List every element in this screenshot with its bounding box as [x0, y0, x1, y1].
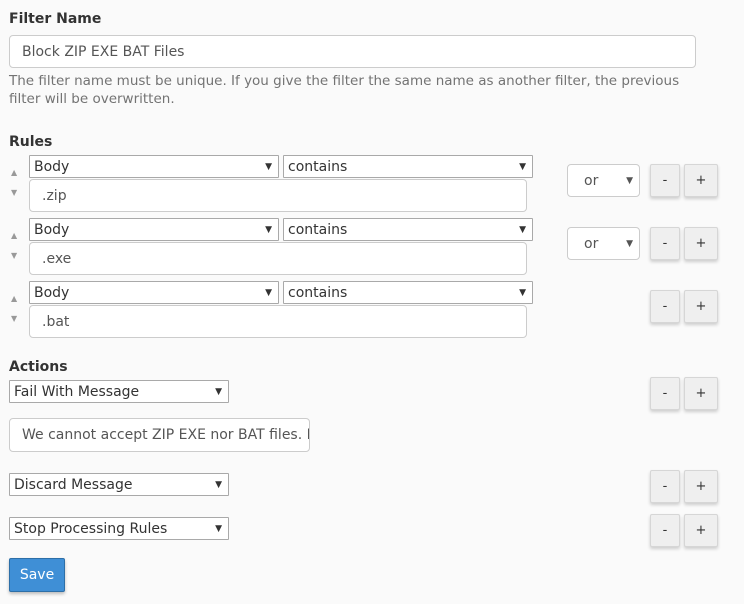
- add-action-button[interactable]: +: [684, 470, 718, 503]
- chevron-down-icon: ▼: [215, 523, 222, 534]
- remove-action-button[interactable]: -: [650, 470, 680, 503]
- rule-field-value: Body: [34, 158, 70, 175]
- chevron-down-icon: ▼: [626, 238, 633, 249]
- move-up-icon[interactable]: ▲: [11, 231, 17, 240]
- rule-operator-value: contains: [288, 158, 348, 175]
- rule-value-input[interactable]: .exe: [29, 242, 527, 275]
- chevron-down-icon: ▼: [265, 161, 272, 172]
- chevron-down-icon: ▼: [265, 224, 272, 235]
- rule-field-value: Body: [34, 221, 70, 238]
- rule-operator-value: contains: [288, 221, 348, 238]
- filter-name-label: Filter Name: [9, 11, 102, 27]
- action-value: Fail With Message: [14, 383, 140, 400]
- add-action-button[interactable]: +: [684, 377, 718, 410]
- move-up-icon[interactable]: ▲: [11, 294, 17, 303]
- rule-value-input[interactable]: .zip: [29, 179, 527, 212]
- rule-conjunction-value: or: [584, 172, 599, 189]
- add-rule-button[interactable]: +: [684, 164, 718, 197]
- chevron-down-icon: ▼: [519, 224, 526, 235]
- chevron-down-icon: ▼: [215, 479, 222, 490]
- move-up-icon[interactable]: ▲: [11, 168, 17, 177]
- chevron-down-icon: ▼: [215, 386, 222, 397]
- remove-rule-button[interactable]: -: [650, 227, 680, 260]
- action-select[interactable]: Stop Processing Rules ▼: [9, 517, 229, 540]
- action-value: Discard Message: [14, 476, 133, 493]
- add-rule-button[interactable]: +: [684, 227, 718, 260]
- save-button[interactable]: Save: [9, 558, 65, 592]
- move-down-icon[interactable]: ▼: [11, 188, 17, 197]
- add-rule-button[interactable]: +: [684, 290, 718, 323]
- remove-action-button[interactable]: -: [650, 377, 680, 410]
- remove-action-button[interactable]: -: [650, 514, 680, 547]
- rule-operator-select[interactable]: contains ▼: [283, 218, 533, 241]
- rule-conjunction-value: or: [584, 235, 599, 252]
- rule-value-input[interactable]: .bat: [29, 305, 527, 338]
- chevron-down-icon: ▼: [265, 287, 272, 298]
- rule-conjunction-select[interactable]: or ▼: [567, 164, 640, 197]
- rule-field-select[interactable]: Body ▼: [29, 281, 279, 304]
- rule-conjunction-select[interactable]: or ▼: [567, 227, 640, 260]
- rule-field-value: Body: [34, 284, 70, 301]
- rule-field-select[interactable]: Body ▼: [29, 155, 279, 178]
- remove-rule-button[interactable]: -: [650, 290, 680, 323]
- chevron-down-icon: ▼: [519, 161, 526, 172]
- action-message-input[interactable]: We cannot accept ZIP EXE nor BAT files. …: [9, 418, 310, 452]
- rule-operator-select[interactable]: contains ▼: [283, 155, 533, 178]
- filter-name-input[interactable]: Block ZIP EXE BAT Files: [9, 35, 696, 68]
- move-down-icon[interactable]: ▼: [11, 314, 17, 323]
- action-value: Stop Processing Rules: [14, 520, 168, 537]
- filter-name-help: The filter name must be unique. If you g…: [9, 73, 680, 107]
- remove-rule-button[interactable]: -: [650, 164, 680, 197]
- chevron-down-icon: ▼: [519, 287, 526, 298]
- action-select[interactable]: Discard Message ▼: [9, 473, 229, 496]
- action-select[interactable]: Fail With Message ▼: [9, 380, 229, 403]
- rule-operator-select[interactable]: contains ▼: [283, 281, 533, 304]
- rules-label: Rules: [9, 134, 53, 150]
- rule-field-select[interactable]: Body ▼: [29, 218, 279, 241]
- actions-label: Actions: [9, 359, 68, 375]
- move-down-icon[interactable]: ▼: [11, 251, 17, 260]
- rule-operator-value: contains: [288, 284, 348, 301]
- add-action-button[interactable]: +: [684, 514, 718, 547]
- chevron-down-icon: ▼: [626, 175, 633, 186]
